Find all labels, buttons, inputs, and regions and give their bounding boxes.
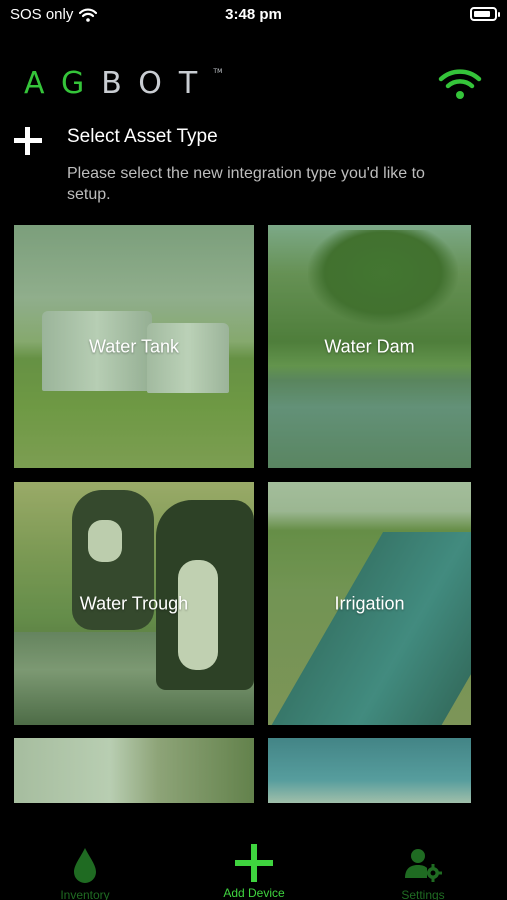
- tile-overlay: [14, 738, 254, 803]
- status-time: 3:48 pm: [225, 6, 282, 23]
- asset-label: Water Dam: [324, 336, 415, 356]
- asset-label: Water Trough: [79, 593, 189, 613]
- logo-part-bot: BOT: [101, 65, 215, 101]
- battery-icon: [470, 7, 500, 21]
- bottom-tab-bar: Inventory Add Device Settings: [0, 830, 507, 900]
- asset-tile-water-trough[interactable]: Water Trough: [14, 482, 254, 725]
- tab-inventory-label: Inventory: [60, 888, 110, 900]
- agbot-logo: AGBOT TM: [24, 65, 222, 101]
- logo-part-ag: AG: [24, 65, 102, 101]
- section-title: Select Asset Type: [67, 126, 218, 147]
- tab-settings[interactable]: Settings: [363, 830, 483, 900]
- wifi-icon[interactable]: [438, 68, 482, 100]
- tab-settings-label: Settings: [401, 888, 445, 900]
- asset-tile-water-tank[interactable]: Water Tank: [14, 225, 254, 468]
- water-drop-icon: [74, 848, 96, 883]
- asset-tile-partial[interactable]: [14, 738, 254, 803]
- user-settings-icon: [405, 849, 442, 882]
- section-description: Please select the new integration type y…: [67, 165, 425, 203]
- asset-tile-water-dam[interactable]: Water Dam: [268, 225, 471, 468]
- plus-icon: [235, 844, 273, 882]
- tab-inventory[interactable]: Inventory: [25, 830, 145, 900]
- logo-trademark: TM: [213, 67, 223, 75]
- asset-label: Irrigation: [334, 593, 405, 613]
- add-icon: [12, 125, 44, 157]
- asset-type-grid: Water Tank Water Dam Water Trough Irriga…: [14, 225, 471, 803]
- asset-label: Water Tank: [88, 336, 180, 356]
- tab-add-device[interactable]: Add Device: [194, 830, 314, 900]
- tab-add-device-label: Add Device: [223, 886, 285, 900]
- asset-tile-irrigation[interactable]: Irrigation: [268, 482, 471, 725]
- tile-overlay: [268, 738, 471, 803]
- battery-fill: [474, 11, 490, 17]
- status-bar: SOS only 3:48 pm: [0, 0, 507, 30]
- asset-tile-partial[interactable]: [268, 738, 471, 803]
